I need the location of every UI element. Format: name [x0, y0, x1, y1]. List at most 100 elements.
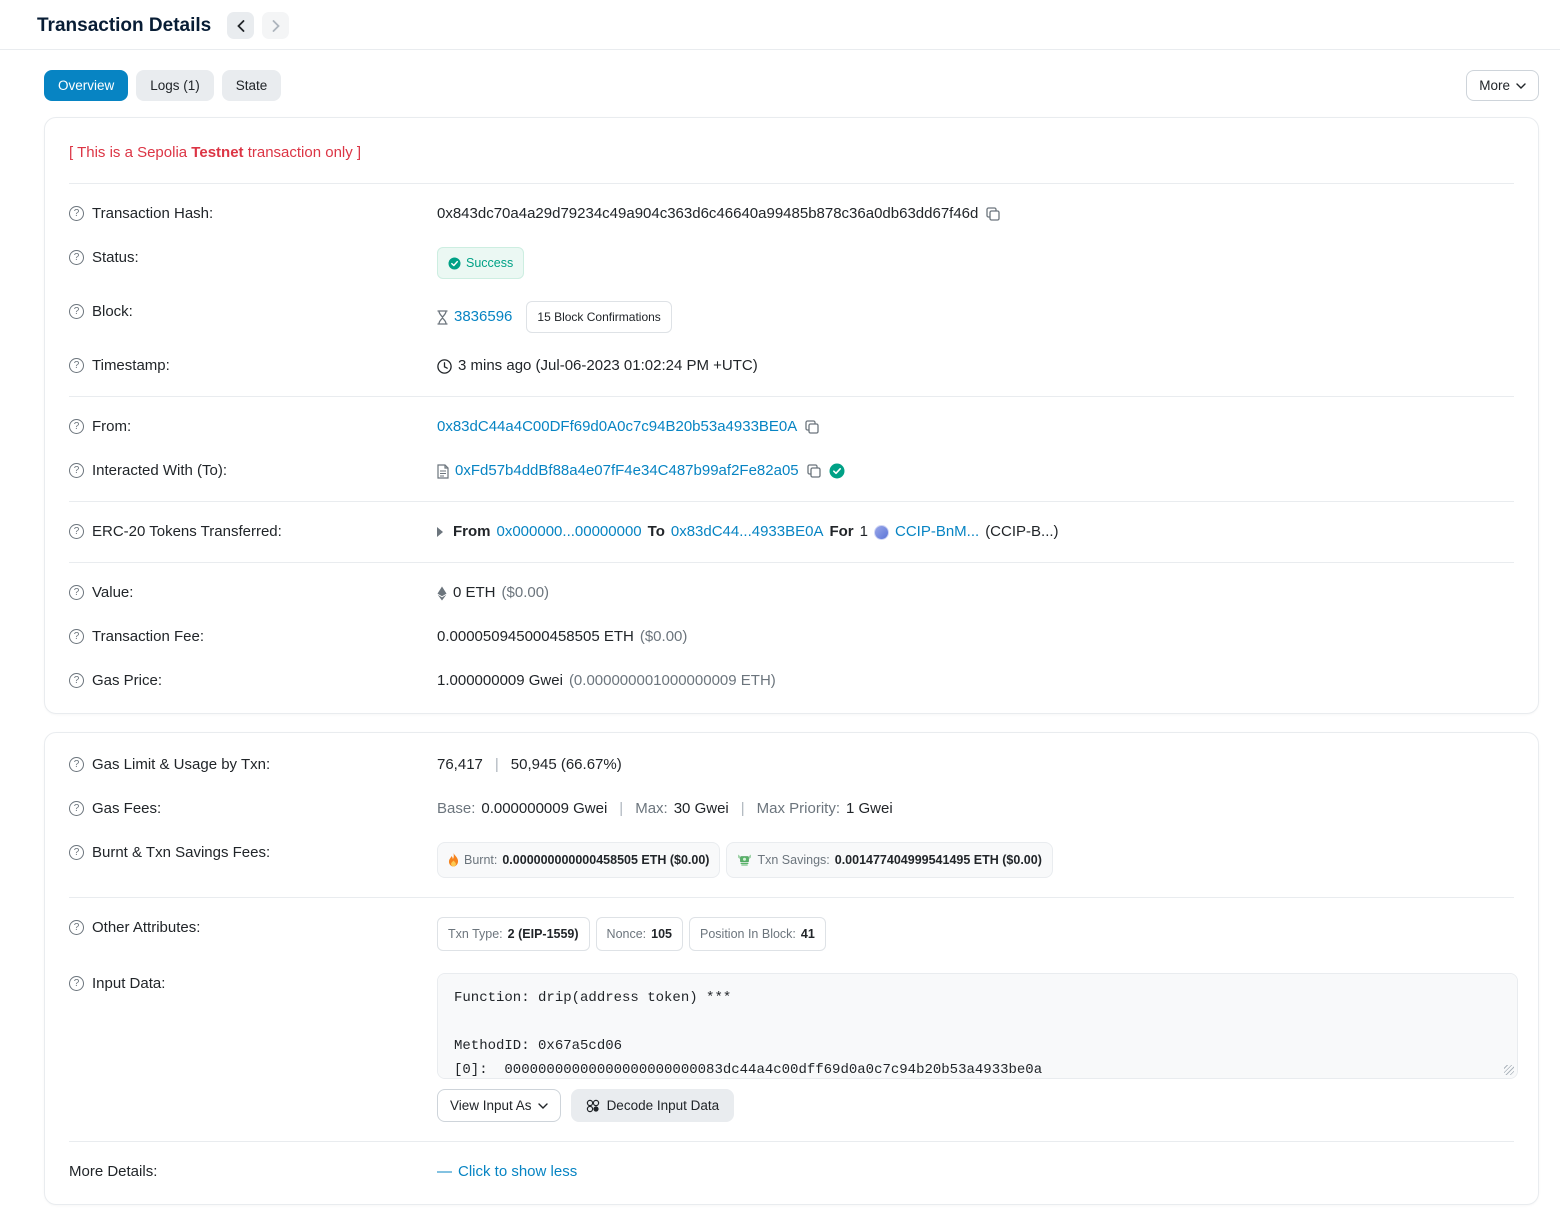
row-timestamp: Timestamp: 3 mins ago (Jul-06-2023 01:02…: [69, 344, 1514, 388]
verified-contract-icon: [829, 463, 845, 479]
help-icon[interactable]: [69, 585, 84, 600]
money-wings-icon: [737, 854, 752, 866]
copy-icon: [807, 464, 821, 478]
previous-transaction-button[interactable]: [227, 12, 254, 39]
max-priority-fee-label: Max Priority:: [757, 798, 840, 820]
burnt-fee-label: Burnt:: [464, 849, 497, 871]
chevron-down-icon: [1516, 83, 1526, 89]
burnt-fee-value: 0.000000000000458505 ETH ($0.00): [502, 849, 709, 871]
transaction-hash-value: 0x843dc70a4a29d79234c49a904c363d6c46640a…: [437, 203, 978, 225]
tab-logs[interactable]: Logs (1): [136, 70, 214, 101]
row-more-details: More Details: — Click to show less: [69, 1150, 1514, 1194]
more-details-label: More Details:: [69, 1161, 157, 1183]
transfer-to-address-link[interactable]: 0x83dC44...4933BE0A: [671, 521, 824, 543]
copy-from-address-button[interactable]: [803, 420, 821, 434]
transfer-from-address-link[interactable]: 0x000000...00000000: [497, 521, 642, 543]
help-icon[interactable]: [69, 629, 84, 644]
txn-savings-badge: Txn Savings: 0.001477404999541495 ETH ($…: [726, 842, 1052, 878]
help-icon[interactable]: [69, 304, 84, 319]
token-name-link[interactable]: CCIP-BnM...: [895, 521, 979, 543]
chevron-right-icon: [272, 20, 280, 32]
block-label: Block:: [92, 301, 133, 323]
from-label: From:: [92, 416, 131, 438]
separator: |: [495, 754, 499, 776]
value-amount: 0 ETH: [453, 582, 496, 604]
row-block: Block: 3836596 15 Block Confirmations: [69, 290, 1514, 344]
tab-state[interactable]: State: [222, 70, 282, 101]
check-circle-icon: [448, 257, 461, 270]
help-icon[interactable]: [69, 845, 84, 860]
gas-limit-usage-label: Gas Limit & Usage by Txn:: [92, 754, 270, 776]
transaction-details-page: Transaction Details Overview Logs (1) St…: [0, 0, 1560, 1205]
erc20-transfers-label: ERC-20 Tokens Transferred:: [92, 521, 282, 543]
overview-card: [ This is a Sepolia Testnet transaction …: [44, 117, 1539, 714]
click-to-show-less-link[interactable]: Click to show less: [458, 1161, 577, 1183]
row-transaction-hash: Transaction Hash: 0x843dc70a4a29d79234c4…: [69, 192, 1514, 236]
txn-savings-label: Txn Savings:: [757, 849, 829, 871]
timestamp-label: Timestamp:: [92, 355, 170, 377]
transfer-amount: 1: [860, 521, 868, 543]
help-icon[interactable]: [69, 419, 84, 434]
separator: |: [619, 798, 623, 820]
row-interacted-with: Interacted With (To): 0xFd57b4ddBf88a4e0…: [69, 449, 1514, 493]
page-title: Transaction Details: [37, 15, 211, 37]
transfer-expand-caret-icon[interactable]: [437, 527, 443, 537]
row-other-attributes: Other Attributes: Txn Type: 2 (EIP-1559)…: [69, 906, 1514, 962]
help-icon[interactable]: [69, 524, 84, 539]
help-icon[interactable]: [69, 801, 84, 816]
transfer-for-label: For: [829, 521, 853, 543]
help-icon[interactable]: [69, 920, 84, 935]
gas-usage-value: 50,945 (66.67%): [511, 754, 622, 776]
help-icon[interactable]: [69, 757, 84, 772]
next-transaction-button[interactable]: [262, 12, 289, 39]
token-symbol-text: (CCIP-B...): [985, 521, 1058, 543]
tab-overview[interactable]: Overview: [44, 70, 128, 101]
value-label: Value:: [92, 582, 133, 604]
block-number-link[interactable]: 3836596: [454, 306, 512, 328]
view-input-as-button[interactable]: View Input As: [437, 1089, 561, 1122]
row-divider: [69, 562, 1514, 563]
row-divider: [69, 183, 1514, 184]
copy-transaction-hash-button[interactable]: [984, 207, 1002, 221]
token-icon: [874, 525, 889, 540]
transaction-fee-value: 0.000050945000458505 ETH: [437, 626, 634, 648]
help-icon[interactable]: [69, 673, 84, 688]
chevron-down-icon: [538, 1103, 548, 1109]
copy-to-address-button[interactable]: [805, 464, 823, 478]
transaction-fee-usd: ($0.00): [640, 626, 688, 648]
gas-price-label: Gas Price:: [92, 670, 162, 692]
help-icon[interactable]: [69, 250, 84, 265]
chevron-left-icon: [237, 20, 245, 32]
row-gas-fees: Gas Fees: Base: 0.000000009 Gwei | Max: …: [69, 787, 1514, 831]
other-attributes-label: Other Attributes:: [92, 917, 200, 939]
max-fee-value: 30 Gwei: [674, 798, 729, 820]
testnet-banner-prefix: [ This is a Sepolia: [69, 144, 191, 161]
to-address-link[interactable]: 0xFd57b4ddBf88a4e07fF4e34C487b99af2Fe82a…: [455, 460, 799, 482]
help-icon[interactable]: [69, 206, 84, 221]
row-from: From: 0x83dC44a4C00DFf69d0A0c7c94B20b53a…: [69, 405, 1514, 449]
testnet-banner-suffix: transaction only ]: [244, 144, 362, 161]
help-icon[interactable]: [69, 463, 84, 478]
status-label: Status:: [92, 247, 139, 269]
help-icon[interactable]: [69, 358, 84, 373]
row-transaction-fee: Transaction Fee: 0.000050945000458505 ET…: [69, 615, 1514, 659]
tabs-bar: Overview Logs (1) State More: [0, 50, 1560, 117]
collapse-dash-icon: —: [437, 1161, 452, 1183]
input-data-textarea[interactable]: Function: drip(address token) *** Method…: [437, 973, 1518, 1079]
txn-type-label: Txn Type:: [448, 923, 503, 945]
separator: |: [741, 798, 745, 820]
help-icon[interactable]: [69, 976, 84, 991]
status-badge-label: Success: [466, 252, 513, 274]
txn-savings-value: 0.001477404999541495 ETH ($0.00): [835, 849, 1042, 871]
interacted-with-label: Interacted With (To):: [92, 460, 227, 482]
decode-input-data-button[interactable]: Decode Input Data: [571, 1089, 735, 1122]
txn-type-badge: Txn Type: 2 (EIP-1559): [437, 917, 590, 951]
row-divider: [69, 501, 1514, 502]
status-badge: Success: [437, 247, 524, 279]
gas-limit-value: 76,417: [437, 754, 483, 776]
more-dropdown-button[interactable]: More: [1466, 70, 1539, 101]
from-address-link[interactable]: 0x83dC44a4C00DFf69d0A0c7c94B20b53a4933BE…: [437, 416, 797, 438]
testnet-banner-bold: Testnet: [191, 144, 243, 161]
block-confirmations-badge: 15 Block Confirmations: [526, 301, 671, 333]
max-fee-label: Max:: [635, 798, 668, 820]
